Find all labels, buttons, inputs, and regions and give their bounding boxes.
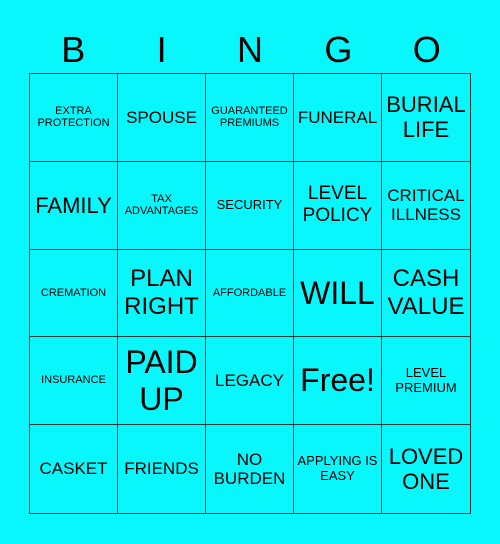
bingo-cell[interactable]: CREMATION: [30, 249, 118, 338]
header-letter-g: G: [324, 29, 353, 70]
header-letter-b: B: [61, 29, 86, 70]
free-space-cell[interactable]: Free!: [294, 337, 382, 426]
bingo-cell[interactable]: CRITICAL ILLNESS: [382, 162, 470, 250]
bingo-cell[interactable]: PLAN RIGHT: [118, 249, 206, 338]
bingo-cell[interactable]: LEVEL PREMIUM: [382, 337, 470, 426]
header-letter-n: N: [236, 29, 263, 70]
bingo-cell[interactable]: APPLYING IS EASY: [294, 425, 382, 513]
header-letter-o: O: [412, 29, 441, 70]
bingo-cell[interactable]: SPOUSE: [118, 74, 206, 162]
bingo-cell[interactable]: NO BURDEN: [206, 425, 294, 513]
bingo-cell[interactable]: GUARANTEED PREMIUMS: [206, 74, 294, 162]
bingo-cell[interactable]: BURIAL LIFE: [382, 74, 470, 162]
bingo-cell[interactable]: TAX ADVANTAGES: [118, 161, 206, 250]
bingo-cell[interactable]: EXTRA PROTECTION: [30, 74, 118, 162]
bingo-grid: EXTRA PROTECTION SPOUSE GUARANTEED PREMIUM…: [29, 73, 471, 514]
bingo-cell[interactable]: FUNERAL: [294, 74, 382, 162]
bingo-cell[interactable]: FAMILY: [30, 161, 118, 250]
bingo-header: B I N G O: [29, 28, 471, 72]
bingo-cell[interactable]: LEGACY: [206, 337, 294, 426]
bingo-cell[interactable]: AFFORDABLE: [206, 249, 294, 338]
bingo-cell[interactable]: LEVEL POLICY: [294, 161, 382, 250]
bingo-cell[interactable]: SECURITY: [206, 161, 294, 250]
bingo-cell[interactable]: WILL: [294, 249, 382, 338]
bingo-cell[interactable]: INSURANCE: [30, 337, 118, 426]
bingo-cell[interactable]: FRIENDS: [118, 425, 206, 513]
bingo-cell[interactable]: LOVED ONE: [382, 425, 470, 513]
bingo-cell[interactable]: PAID UP: [118, 337, 206, 426]
header-letter-i: I: [156, 29, 167, 70]
bingo-cell[interactable]: CASKET: [30, 425, 118, 513]
bingo-cell[interactable]: CASH VALUE: [382, 250, 470, 338]
